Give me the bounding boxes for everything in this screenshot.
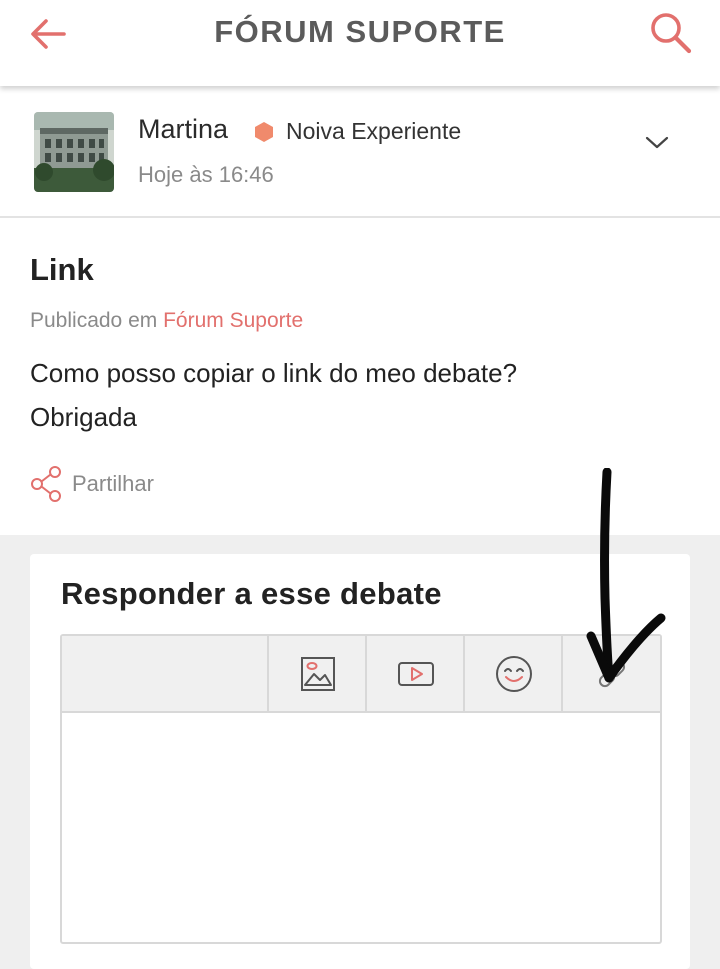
insert-image-button[interactable] xyxy=(267,636,366,711)
search-icon[interactable] xyxy=(648,10,694,56)
rank-badge-icon xyxy=(255,122,273,142)
share-icon xyxy=(31,466,61,502)
emoji-icon xyxy=(495,655,532,692)
chevron-down-icon[interactable] xyxy=(644,134,670,152)
post-body-line: Obrigada xyxy=(30,402,137,432)
post-body-line: Como posso copiar o link do meo debate? xyxy=(30,358,518,388)
insert-video-button[interactable] xyxy=(365,636,464,711)
insert-link-button[interactable] xyxy=(561,636,660,711)
post-timestamp: Hoje às 16:46 xyxy=(138,162,274,187)
post-title: Link xyxy=(30,252,94,287)
reply-card: Responder a esse debate xyxy=(30,554,690,969)
page-title: FÓRUM SUPORTE xyxy=(214,14,506,49)
post-author-header: Martina Noiva Experiente Hoje às 16:46 xyxy=(0,90,720,218)
image-icon xyxy=(300,656,335,691)
editor-toolbar xyxy=(62,636,660,713)
author-rank: Noiva Experiente xyxy=(286,118,462,144)
share-label: Partilhar xyxy=(72,471,154,496)
forum-link[interactable]: Fórum Suporte xyxy=(163,309,303,332)
share-button[interactable]: Partilhar xyxy=(30,464,154,504)
video-icon xyxy=(397,661,434,686)
insert-emoji-button[interactable] xyxy=(463,636,562,711)
avatar[interactable] xyxy=(34,112,114,192)
published-in: Publicado em Fórum Suporte xyxy=(30,309,303,333)
reply-textarea[interactable] xyxy=(62,713,660,942)
reply-heading: Responder a esse debate xyxy=(61,576,442,611)
link-icon xyxy=(598,660,625,687)
author-name[interactable]: Martina xyxy=(138,114,228,145)
app-bar: FÓRUM SUPORTE xyxy=(0,0,720,86)
published-prefix: Publicado em xyxy=(30,309,158,332)
reply-editor xyxy=(60,634,662,944)
